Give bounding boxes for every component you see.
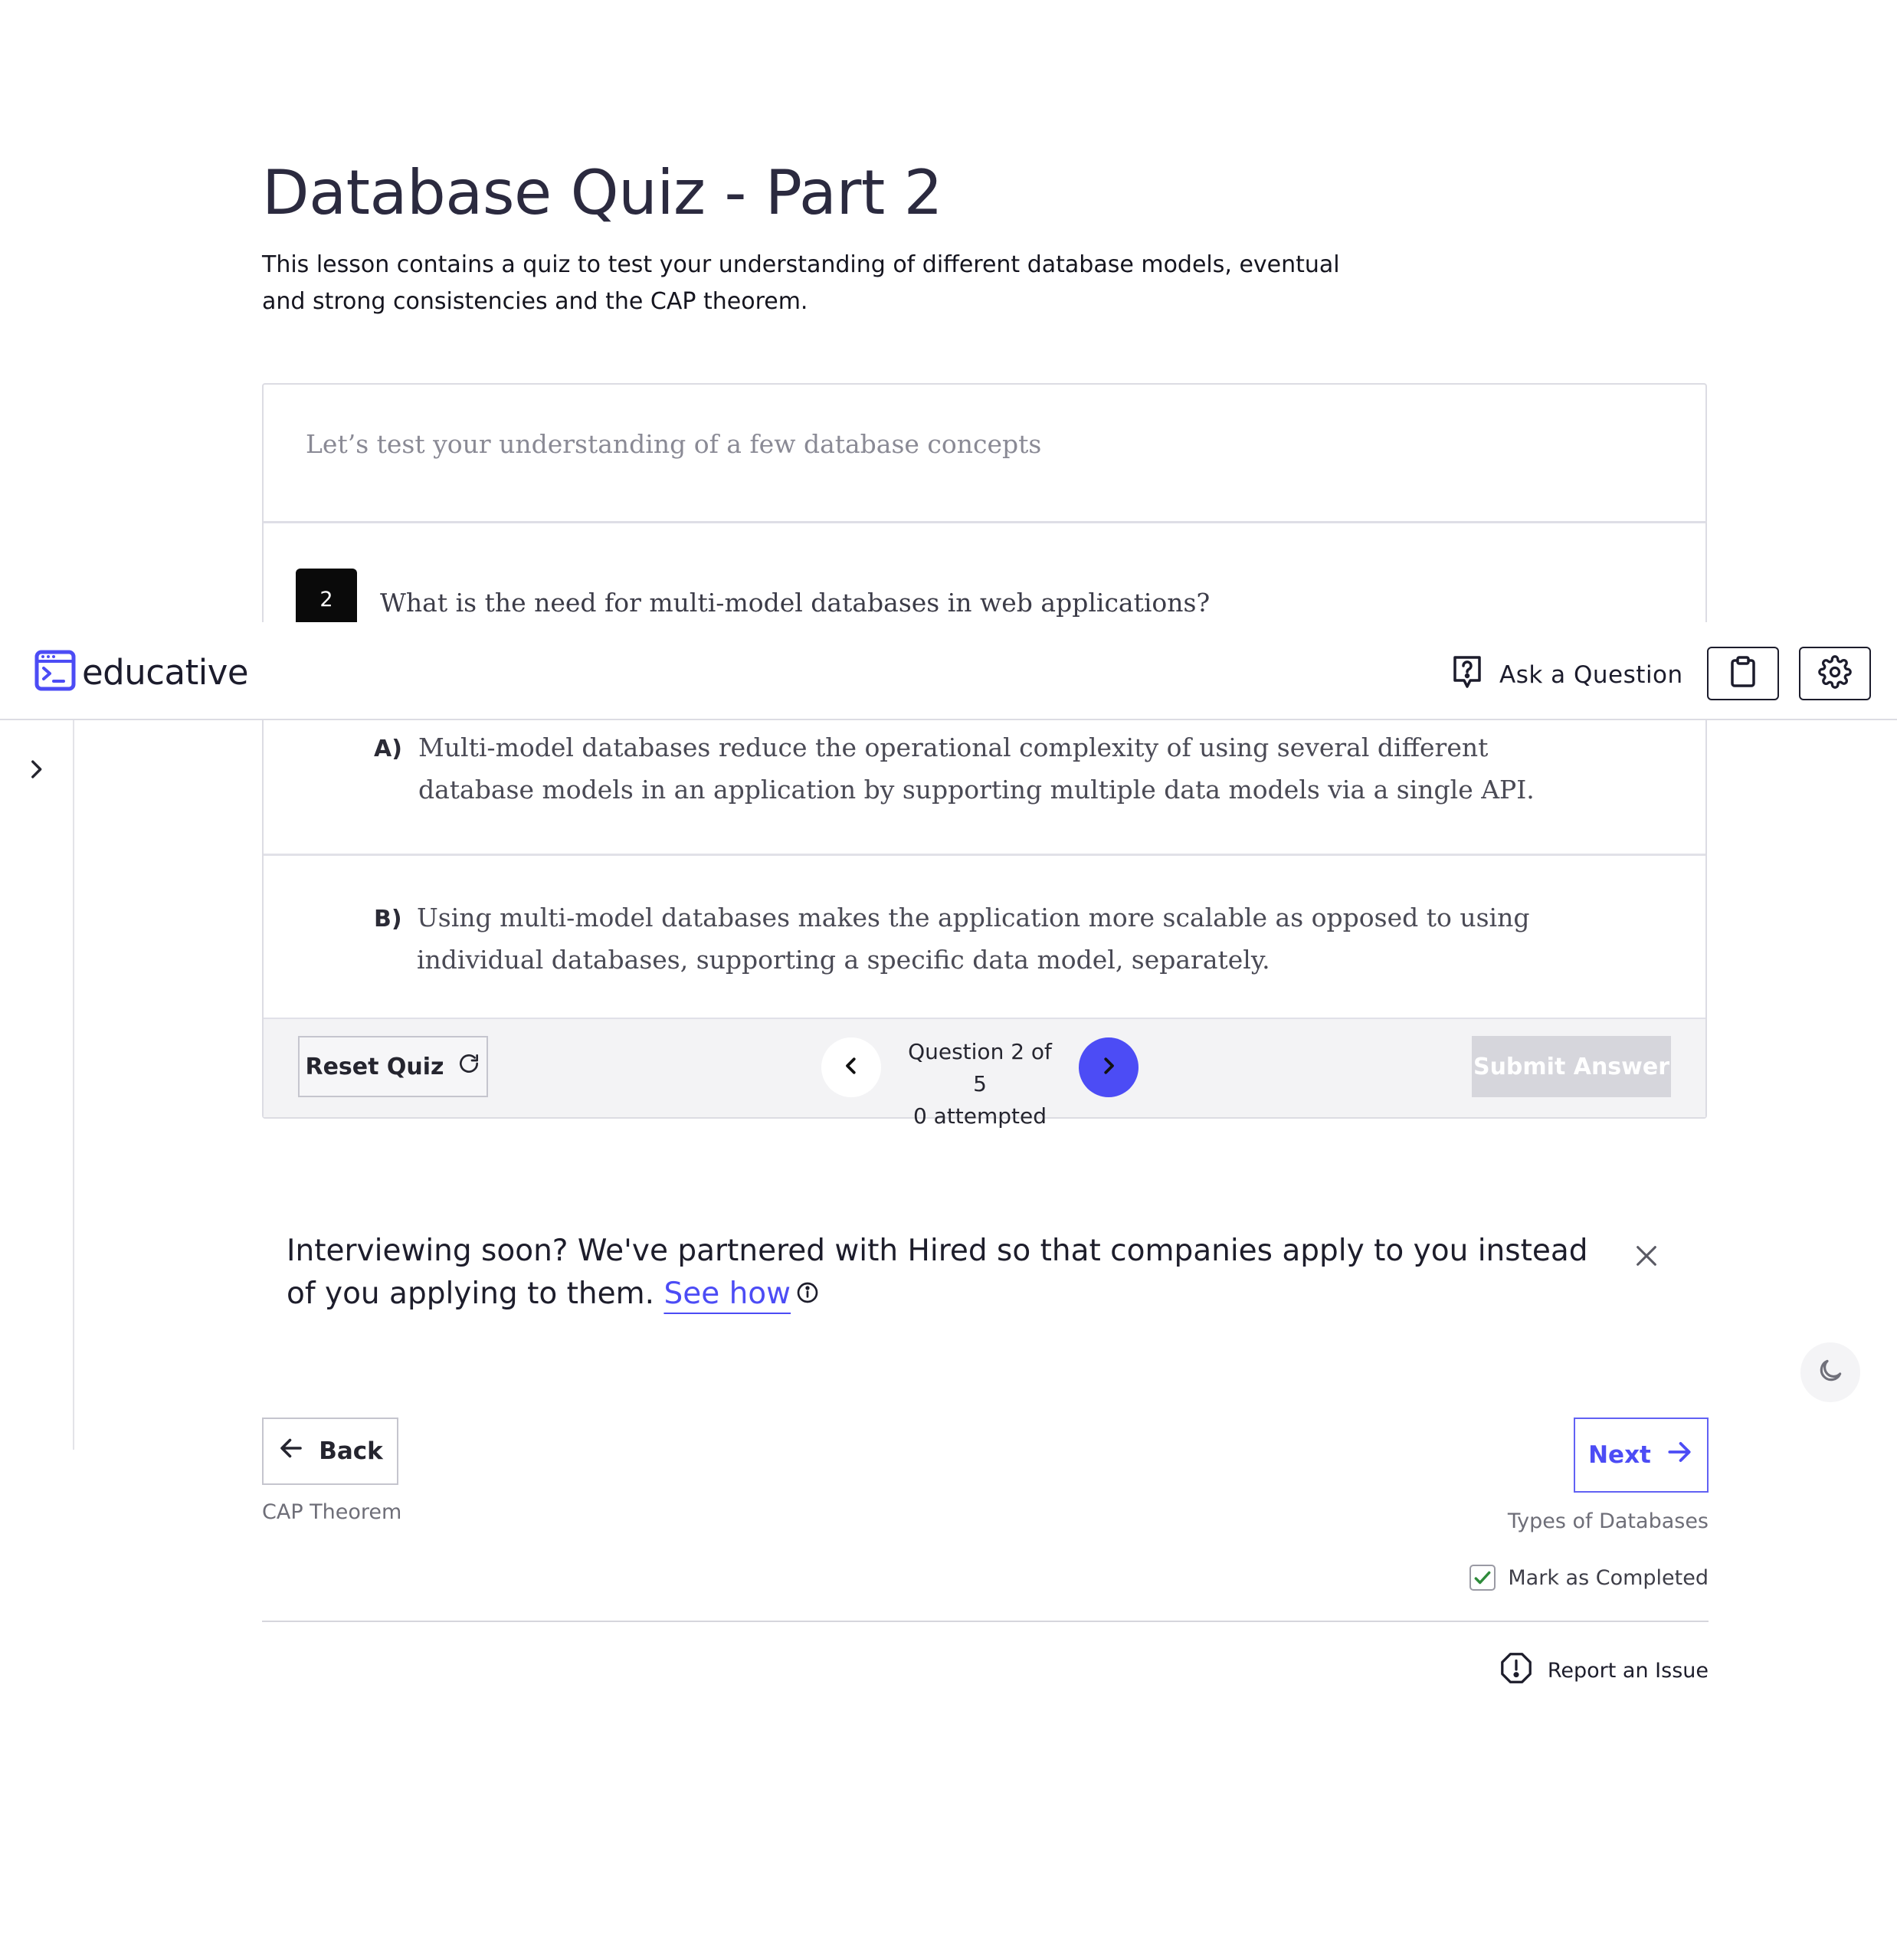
alert-icon bbox=[1499, 1650, 1534, 1691]
option-text: Multi-model databases reduce the operati… bbox=[418, 733, 1535, 805]
quiz-card: Let’s test your understanding of a few d… bbox=[262, 383, 1707, 1129]
next-label: Next bbox=[1588, 1441, 1651, 1469]
divider bbox=[264, 854, 1705, 856]
top-header: educative Ask a Question bbox=[0, 622, 1897, 720]
attempted-count: 0 attempted bbox=[912, 1103, 1047, 1129]
quiz-footer: Reset Quiz Question 2 of 5 0 attempted S… bbox=[264, 1018, 1705, 1129]
divider bbox=[264, 521, 1705, 523]
chevron-right-icon bbox=[23, 760, 49, 788]
notes-button[interactable] bbox=[1707, 647, 1779, 700]
previous-question-button[interactable] bbox=[821, 1037, 881, 1097]
checkbox[interactable] bbox=[1469, 1565, 1496, 1591]
ask-question-button[interactable]: Ask a Question bbox=[1452, 654, 1683, 696]
page-title: Database Quiz - Part 2 bbox=[262, 157, 943, 228]
promo-text: Interviewing soon? We've partnered with … bbox=[287, 1234, 1588, 1311]
report-issue-label: Report an Issue bbox=[1547, 1659, 1709, 1683]
question-progress: Question 2 of 5 bbox=[908, 1039, 1052, 1096]
divider bbox=[262, 1621, 1709, 1622]
question-number-badge: 2 bbox=[296, 569, 357, 630]
submit-answer-button[interactable]: Submit Answer bbox=[1472, 1036, 1671, 1097]
option-letter: A) bbox=[374, 736, 402, 762]
option-text: Using multi-model databases makes the ap… bbox=[417, 903, 1530, 975]
checkmark-icon bbox=[1474, 1571, 1491, 1585]
arrow-left-icon bbox=[277, 1434, 305, 1468]
moon-icon bbox=[1816, 1356, 1845, 1388]
next-button[interactable]: Next bbox=[1574, 1418, 1709, 1493]
gear-icon bbox=[1818, 655, 1852, 692]
info-icon[interactable] bbox=[795, 1274, 820, 1317]
close-icon bbox=[1633, 1246, 1659, 1272]
sidebar-border bbox=[73, 720, 74, 1450]
previous-lesson-title: CAP Theorem bbox=[262, 1500, 402, 1524]
next-lesson-title: Types of Databases bbox=[1507, 1509, 1709, 1533]
see-how-link[interactable]: See how bbox=[663, 1277, 791, 1311]
dark-mode-toggle[interactable] bbox=[1800, 1342, 1860, 1402]
back-label: Back bbox=[319, 1437, 383, 1465]
settings-button[interactable] bbox=[1799, 647, 1871, 700]
chevron-right-icon bbox=[1097, 1054, 1120, 1080]
question-counter: Question 2 of 5 0 attempted bbox=[907, 1036, 1053, 1132]
clipboard-icon bbox=[1729, 656, 1757, 691]
educative-logo[interactable]: educative bbox=[34, 650, 249, 694]
logo-icon bbox=[34, 650, 76, 694]
report-issue-button[interactable]: Report an Issue bbox=[1499, 1650, 1709, 1691]
back-button[interactable]: Back bbox=[262, 1418, 398, 1485]
ask-question-icon bbox=[1452, 654, 1483, 696]
close-promo-button[interactable] bbox=[1633, 1243, 1659, 1272]
reset-quiz-button[interactable]: Reset Quiz bbox=[298, 1036, 488, 1097]
reset-quiz-label: Reset Quiz bbox=[305, 1053, 444, 1080]
question-text: What is the need for multi-model databas… bbox=[380, 588, 1211, 618]
quiz-intro: Let’s test your understanding of a few d… bbox=[306, 429, 1042, 459]
sidebar-expand-button[interactable] bbox=[23, 754, 49, 788]
arrow-right-icon bbox=[1665, 1437, 1694, 1473]
mark-completed-label: Mark as Completed bbox=[1508, 1565, 1709, 1590]
option-letter: B) bbox=[374, 906, 402, 932]
mark-completed-toggle[interactable]: Mark as Completed bbox=[1469, 1565, 1709, 1591]
lesson-description: This lesson contains a quiz to test your… bbox=[262, 251, 1340, 315]
chevron-left-icon bbox=[840, 1054, 863, 1080]
next-question-button[interactable] bbox=[1079, 1037, 1139, 1097]
hired-promo: Interviewing soon? We've partnered with … bbox=[287, 1230, 1589, 1317]
refresh-icon bbox=[457, 1051, 481, 1082]
logo-text: educative bbox=[82, 651, 249, 693]
ask-question-label: Ask a Question bbox=[1499, 661, 1683, 689]
